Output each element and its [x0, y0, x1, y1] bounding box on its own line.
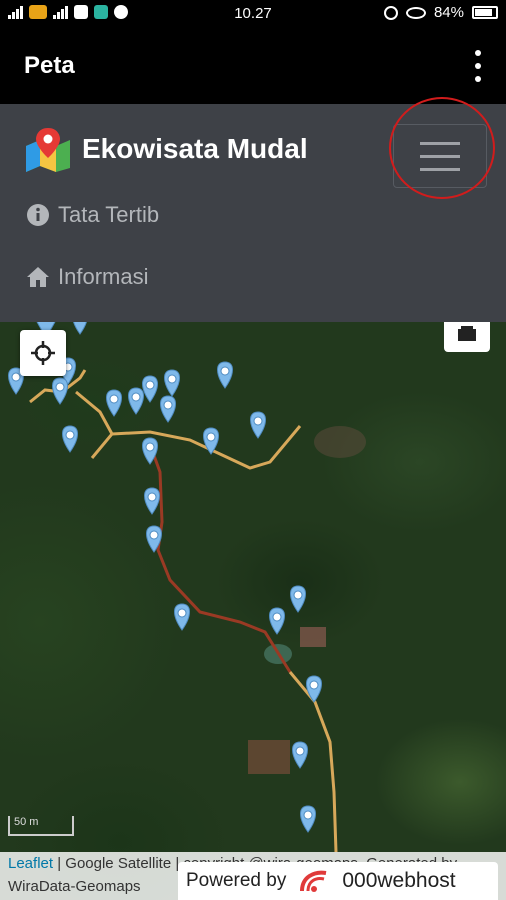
- layers-icon: [458, 326, 476, 341]
- nav-item-informasi[interactable]: Informasi: [26, 264, 148, 290]
- hamburger-line: [420, 141, 460, 145]
- map-marker: [269, 607, 285, 635]
- powered-by-label: Powered by: [186, 870, 287, 891]
- powered-by-banner[interactable]: Powered by 000webhost: [178, 862, 498, 900]
- map-marker: [144, 487, 160, 515]
- brand-title: Ekowisata Mudal: [82, 133, 308, 164]
- navbar: Ekowisata Mudal Tata Tertib Informasi: [0, 97, 506, 322]
- status-bar: 10.27 84%: [0, 0, 506, 28]
- menu-toggle-button[interactable]: [393, 124, 487, 188]
- hamburger-line: [420, 167, 460, 171]
- battery-icon: [472, 6, 498, 19]
- map-marker: [306, 675, 322, 703]
- map-marker: [73, 322, 87, 335]
- nav-item-label: Tata Tertib: [58, 202, 160, 227]
- map-marker: [142, 375, 158, 403]
- map-scale: 50 m: [8, 816, 74, 836]
- more-options-icon[interactable]: [468, 50, 488, 82]
- map-marker: [250, 411, 266, 439]
- map-marker: [292, 741, 308, 769]
- map-marker: [164, 369, 180, 397]
- map-marker: [106, 389, 122, 417]
- brand[interactable]: Ekowisata Mudal: [24, 126, 308, 172]
- webhost-logo-icon: [300, 870, 327, 892]
- satellite-map[interactable]: 50 m: [0, 322, 506, 900]
- eye-icon: [405, 6, 426, 19]
- locate-button[interactable]: [20, 330, 66, 376]
- battery-percent: 84%: [433, 4, 464, 21]
- nav-item-label: Informasi: [58, 264, 149, 289]
- nav-item-tata-tertib[interactable]: Tata Tertib: [26, 202, 159, 228]
- map-overlay: [8, 322, 366, 853]
- map-marker: [52, 377, 68, 405]
- layers-button[interactable]: [444, 322, 490, 352]
- hamburger-line: [420, 154, 460, 158]
- map-marker: [300, 805, 316, 833]
- map-marker: [290, 585, 306, 613]
- walking-path-red: [150, 449, 292, 673]
- leaflet-link[interactable]: Leaflet: [8, 855, 53, 872]
- map-marker: [217, 361, 233, 389]
- crosshair-icon: [31, 341, 55, 365]
- status-icons-right: 84%: [383, 4, 498, 21]
- alarm-icon: [383, 5, 398, 20]
- app-title: Peta: [24, 52, 75, 79]
- home-icon: [27, 267, 49, 287]
- map-marker: [128, 387, 144, 415]
- map-pin-logo-icon: [26, 128, 70, 172]
- map-marker: [203, 427, 219, 455]
- webhost-brand: 000webhost: [342, 869, 456, 892]
- map-marker: [62, 425, 78, 453]
- map-marker: [160, 395, 176, 423]
- info-circle-icon: [27, 204, 49, 226]
- app-bar: Peta: [0, 28, 506, 104]
- map-marker: [174, 603, 190, 631]
